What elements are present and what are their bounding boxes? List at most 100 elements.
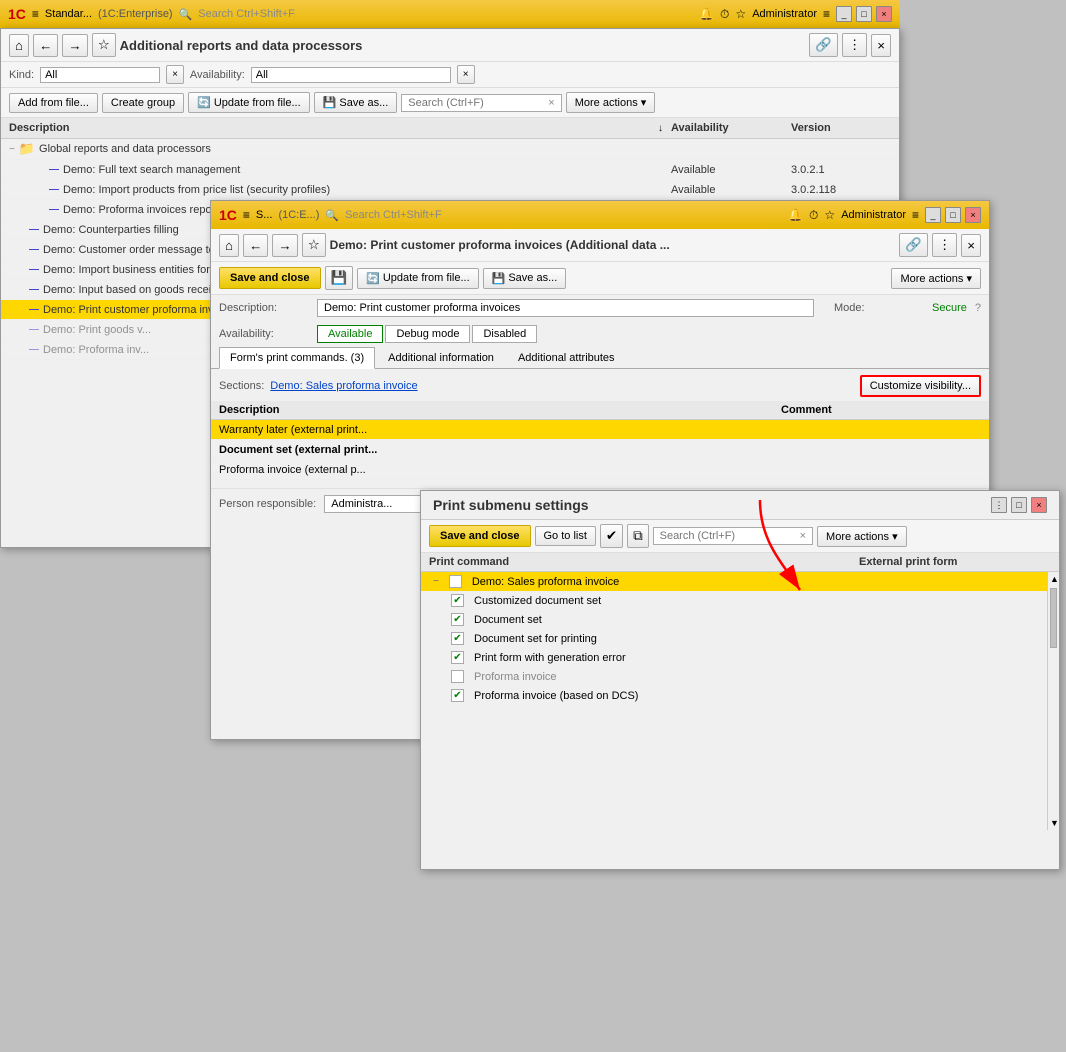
avail-tab-debug[interactable]: Debug mode (385, 325, 470, 343)
detail-forward-button[interactable]: → (272, 234, 297, 257)
tab-additional-attrs[interactable]: Additional attributes (507, 347, 626, 368)
detail-bell-icon[interactable]: 🔔 (788, 208, 803, 222)
scroll-up-button[interactable]: ▲ (1048, 572, 1059, 586)
search-icon[interactable]: 🔍 (179, 8, 193, 21)
submenu-search-clear[interactable]: × (800, 530, 806, 542)
customize-visibility-button[interactable]: Customize visibility... (860, 375, 981, 397)
tab-additional-info[interactable]: Additional information (377, 347, 505, 368)
detail-star-icon[interactable]: ☆ (824, 208, 835, 222)
detail-link-button[interactable]: 🔗 (899, 233, 928, 257)
submenu-more-actions-button[interactable]: More actions ▾ (817, 526, 907, 547)
print-table-row[interactable]: − Demo: Sales proforma invoice (421, 572, 1047, 591)
maximize-button[interactable]: □ (856, 6, 872, 22)
detail-minimize-button[interactable]: _ (925, 207, 941, 223)
item-checkbox[interactable] (451, 670, 464, 683)
detail-close-button[interactable]: × (965, 207, 981, 223)
mode-help-icon[interactable]: ? (975, 302, 981, 314)
inner-table-row[interactable]: Warranty later (external print... (211, 420, 989, 440)
go-to-list-button[interactable]: Go to list (535, 526, 596, 546)
history-icon[interactable]: ⏱ (720, 7, 729, 22)
print-table-row[interactable]: ✔ Print form with generation error (421, 648, 1047, 667)
submenu-copy-button[interactable]: ⧉ (627, 524, 649, 548)
minimize-button[interactable]: _ (836, 6, 852, 22)
detail-close-icon[interactable]: × (961, 234, 981, 257)
item-checkbox[interactable]: ✔ (451, 689, 464, 702)
settings-icon[interactable]: ≡ (823, 7, 830, 21)
sort-icon[interactable]: ↓ (658, 123, 663, 134)
print-table-row[interactable]: ✔ Customized document set (421, 591, 1047, 610)
add-from-file-button[interactable]: Add from file... (9, 93, 98, 113)
link-button[interactable]: 🔗 (809, 33, 838, 57)
print-table-row[interactable]: ✔ Proforma invoice (based on DCS) (421, 686, 1047, 705)
detail-more-actions-button[interactable]: More actions ▾ (891, 268, 981, 289)
print-table-row[interactable]: Proforma invoice (421, 667, 1047, 686)
detail-maximize-button[interactable]: □ (945, 207, 961, 223)
sections-link[interactable]: Demo: Sales proforma invoice (270, 380, 417, 392)
avail-tab-available[interactable]: Available (317, 325, 383, 343)
group-checkbox[interactable] (449, 575, 462, 588)
detail-update-button[interactable]: 🔄 Update from file... (357, 268, 479, 289)
item-checkbox[interactable]: ✔ (451, 632, 464, 645)
detail-back-button[interactable]: ← (243, 234, 268, 257)
bookmark-button[interactable]: ☆ (92, 33, 116, 57)
print-table-row[interactable]: ✔ Document set (421, 610, 1047, 629)
more-actions-button[interactable]: More actions ▾ (566, 92, 656, 113)
submenu-search-box[interactable]: × (653, 527, 813, 545)
submenu-maximize-button[interactable]: □ (1011, 497, 1027, 513)
inner-table-row[interactable]: Proforma invoice (external p... (211, 460, 989, 480)
update-from-file-button[interactable]: 🔄 Update from file... (188, 92, 310, 113)
table-row[interactable]: − 📁 Global reports and data processors (1, 139, 899, 160)
avail-select[interactable] (251, 67, 451, 83)
print-table-row[interactable]: ✔ Document set for printing (421, 629, 1047, 648)
inner-table-row[interactable]: Document set (external print... (211, 440, 989, 460)
table-row[interactable]: — Demo: Import products from price list … (1, 180, 899, 200)
detail-home-button[interactable]: ⌂ (219, 234, 239, 257)
avail-clear-button[interactable]: × (457, 65, 475, 84)
expand-icon[interactable]: − (9, 144, 15, 155)
item-checkbox[interactable]: ✔ (451, 594, 464, 607)
scroll-down-button[interactable]: ▼ (1048, 816, 1059, 830)
save-close-button[interactable]: Save and close (219, 267, 321, 289)
submenu-more-icon[interactable]: ⋮ (991, 497, 1007, 513)
detail-search-icon[interactable]: 🔍 (325, 209, 339, 222)
notification-icon[interactable]: 🔔 (699, 7, 714, 21)
detail-more-icon[interactable]: ⋮ (932, 233, 957, 257)
item-checkbox[interactable]: ✔ (451, 613, 464, 626)
favorite-icon[interactable]: ☆ (735, 7, 746, 21)
search-clear-icon[interactable]: × (548, 97, 554, 109)
submenu-check-button[interactable]: ✔ (600, 524, 623, 548)
table-row[interactable]: — Demo: Full text search management Avai… (1, 160, 899, 180)
submenu-search-input[interactable] (660, 530, 800, 542)
desc-input[interactable] (317, 299, 814, 317)
back-button[interactable]: ← (33, 34, 58, 57)
window-close-button[interactable]: × (871, 34, 891, 57)
detail-history-icon[interactable]: ⏱ (809, 208, 818, 223)
detail-settings-icon[interactable]: ≡ (912, 208, 919, 222)
detail-save-as-button[interactable]: 💾 Save as... (483, 268, 567, 289)
kind-select[interactable] (40, 67, 160, 83)
menu-icon[interactable]: ≡ (32, 7, 39, 21)
more-button[interactable]: ⋮ (842, 33, 867, 57)
search-placeholder[interactable]: Search Ctrl+Shift+F (198, 8, 693, 20)
close-button[interactable]: × (876, 6, 892, 22)
kind-clear-button[interactable]: × (166, 65, 184, 84)
avail-tab-disabled[interactable]: Disabled (472, 325, 537, 343)
submenu-save-close-button[interactable]: Save and close (429, 525, 531, 547)
main-search-box[interactable]: × (401, 94, 561, 112)
detail-bookmark-button[interactable]: ☆ (302, 233, 326, 257)
detail-menu-icon[interactable]: ≡ (243, 208, 250, 222)
forward-button[interactable]: → (62, 34, 87, 57)
main-search-input[interactable] (408, 97, 548, 109)
save-as-button[interactable]: 💾 Save as... (314, 92, 398, 113)
save-icon-button[interactable]: 💾 (325, 266, 354, 290)
item-checkbox[interactable]: ✔ (451, 651, 464, 664)
detail-search-placeholder[interactable]: Search Ctrl+Shift+F (345, 209, 782, 221)
create-group-button[interactable]: Create group (102, 93, 184, 113)
submenu-scrollbar[interactable]: ▲ ▼ (1047, 572, 1059, 830)
group-minus-icon[interactable]: − (433, 576, 439, 587)
submenu-close-button[interactable]: × (1031, 497, 1047, 513)
tab-print-commands[interactable]: Form's print commands. (3) (219, 347, 375, 369)
scroll-thumb[interactable] (1050, 588, 1057, 648)
home-button[interactable]: ⌂ (9, 34, 29, 57)
mode-value[interactable]: Secure (932, 302, 967, 314)
